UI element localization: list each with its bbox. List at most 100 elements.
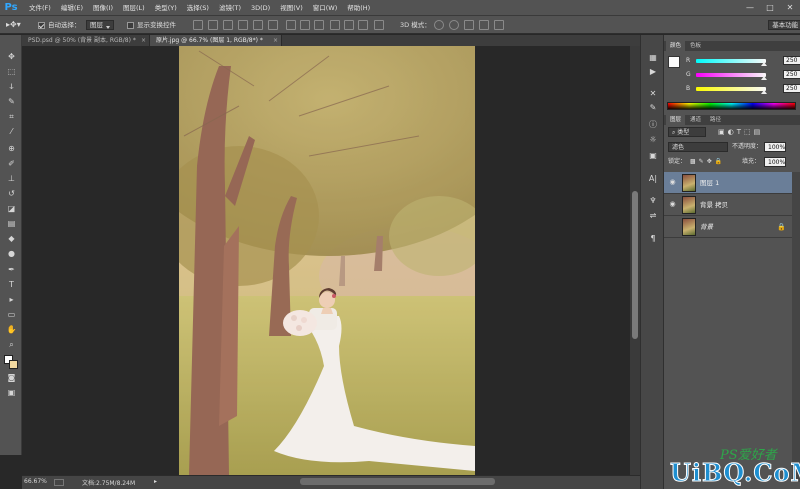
styles-panel-icon[interactable]: ▣ bbox=[647, 150, 659, 161]
color-spectrum-ramp[interactable] bbox=[667, 102, 796, 110]
distribute-vcenter-icon[interactable] bbox=[300, 20, 310, 30]
tab-close-icon[interactable]: × bbox=[273, 35, 278, 46]
menu-layer[interactable]: 图层(L) bbox=[118, 0, 150, 16]
menu-file[interactable]: 文件(F) bbox=[24, 0, 56, 16]
menu-image[interactable]: 图像(I) bbox=[88, 0, 118, 16]
tab-color[interactable]: 颜色 bbox=[666, 41, 686, 51]
tab-channels[interactable]: 通道 bbox=[686, 115, 705, 125]
move-tool-icon[interactable]: ✥ bbox=[5, 51, 18, 63]
lasso-tool-icon[interactable]: ↆ bbox=[5, 81, 18, 93]
pen-tool-icon[interactable]: ✒ bbox=[5, 264, 18, 276]
photo-canvas[interactable] bbox=[179, 46, 475, 475]
roll-3d-icon[interactable] bbox=[449, 20, 459, 30]
character-panel-icon[interactable]: A| bbox=[647, 173, 659, 184]
screen-mode-icon[interactable]: ▣ bbox=[5, 387, 18, 399]
rotate-3d-icon[interactable] bbox=[434, 20, 444, 30]
eye-icon[interactable]: ◉ bbox=[668, 179, 677, 186]
tab-psd[interactable]: PSD.psd @ 50% (背景 副本, RGB/8) * × bbox=[22, 35, 150, 46]
slider-g[interactable]: G 250 bbox=[686, 70, 800, 80]
slider-g-track[interactable] bbox=[696, 73, 766, 77]
hand-tool-icon[interactable]: ✋ bbox=[5, 324, 18, 336]
distribute-hcenter-icon[interactable] bbox=[344, 20, 354, 30]
crop-tool-icon[interactable]: ⌗ bbox=[5, 111, 18, 123]
adjustments-panel-icon[interactable]: ☼ bbox=[647, 134, 659, 145]
distribute-top-icon[interactable] bbox=[286, 20, 296, 30]
type-tool-icon[interactable]: T bbox=[5, 279, 18, 291]
layer-row-background-copy[interactable]: ◉ 背景 拷贝 bbox=[664, 194, 792, 216]
auto-align-icon[interactable] bbox=[374, 20, 384, 30]
slider-g-value[interactable]: 250 bbox=[783, 70, 800, 79]
blur-tool-icon[interactable]: ◆ bbox=[5, 233, 18, 245]
tab-close-icon[interactable]: × bbox=[141, 35, 146, 46]
slider-b-value[interactable]: 250 bbox=[783, 84, 800, 93]
align-left-icon[interactable] bbox=[238, 20, 248, 30]
slider-b-knob[interactable] bbox=[761, 90, 767, 94]
align-bottom-icon[interactable] bbox=[223, 20, 233, 30]
slide-3d-icon[interactable] bbox=[479, 20, 489, 30]
layer-filter-icons[interactable]: ▣◐T⬚▤ bbox=[718, 127, 763, 137]
properties-panel-icon[interactable]: ⇌ bbox=[647, 210, 659, 221]
tab-paths[interactable]: 路径 bbox=[706, 115, 725, 125]
align-vcenter-icon[interactable] bbox=[208, 20, 218, 30]
layer-name[interactable]: 图层 1 bbox=[700, 172, 719, 194]
color-panel-foreground-swatch[interactable] bbox=[668, 56, 680, 68]
tab-original-jpg[interactable]: 原片.jpg @ 66.7% (图层 1, RGB/8*) * × bbox=[150, 35, 282, 46]
slider-r-track[interactable] bbox=[696, 59, 766, 63]
brush-tool-icon[interactable]: ✐ bbox=[5, 158, 18, 170]
menu-view[interactable]: 视图(V) bbox=[275, 0, 308, 16]
menu-window[interactable]: 窗口(W) bbox=[308, 0, 343, 16]
marquee-tool-icon[interactable]: ⬚ bbox=[5, 66, 18, 78]
layer-row-background[interactable]: ◉ 背景 🔒 bbox=[664, 216, 792, 238]
healing-brush-tool-icon[interactable]: ⊕ bbox=[5, 143, 18, 155]
distribute-bottom-icon[interactable] bbox=[314, 20, 324, 30]
quick-mask-icon[interactable]: ◙ bbox=[5, 372, 18, 384]
slider-r-value[interactable]: 250 bbox=[783, 56, 800, 65]
opacity-field[interactable]: 100% bbox=[764, 142, 786, 152]
auto-select-option[interactable]: 自动选择： bbox=[38, 19, 81, 31]
zoom-tool-icon[interactable]: ⌕ bbox=[5, 339, 18, 351]
menu-help[interactable]: 帮助(H) bbox=[342, 0, 375, 16]
menu-type[interactable]: 类型(Y) bbox=[150, 0, 182, 16]
history-brush-tool-icon[interactable]: ↺ bbox=[5, 188, 18, 200]
menu-edit[interactable]: 编辑(E) bbox=[56, 0, 88, 16]
path-select-tool-icon[interactable]: ▸ bbox=[5, 294, 18, 306]
distribute-left-icon[interactable] bbox=[330, 20, 340, 30]
eyedropper-tool-icon[interactable]: ⁄ bbox=[5, 126, 18, 138]
horizontal-scroll-thumb[interactable] bbox=[300, 478, 495, 485]
eraser-tool-icon[interactable]: ◪ bbox=[5, 203, 18, 215]
slider-g-knob[interactable] bbox=[761, 76, 767, 80]
menu-3d[interactable]: 3D(D) bbox=[246, 0, 275, 16]
align-right-icon[interactable] bbox=[268, 20, 278, 30]
status-menu-arrow-icon[interactable]: ▸ bbox=[154, 478, 157, 485]
vertical-scroll-thumb[interactable] bbox=[632, 191, 638, 339]
slider-r[interactable]: R 250 bbox=[686, 56, 800, 66]
show-transform-checkbox[interactable] bbox=[127, 21, 134, 29]
shape-tool-icon[interactable]: ▭ bbox=[5, 309, 18, 321]
minimize-button[interactable]: — bbox=[744, 2, 756, 13]
layer-name[interactable]: 背景 bbox=[700, 216, 713, 238]
tab-layers[interactable]: 图层 bbox=[666, 115, 686, 125]
auto-select-checkbox[interactable] bbox=[38, 21, 45, 29]
paragraph-panel-icon[interactable]: ¶ bbox=[647, 233, 659, 244]
tools-preset-icon[interactable]: ✕ bbox=[647, 88, 659, 99]
show-transform-option[interactable]: 显示变换控件 bbox=[127, 19, 176, 31]
quick-select-tool-icon[interactable]: ✎ bbox=[5, 96, 18, 108]
layer-name[interactable]: 背景 拷贝 bbox=[700, 194, 728, 216]
align-hcenter-icon[interactable] bbox=[253, 20, 263, 30]
dodge-tool-icon[interactable]: ● bbox=[5, 248, 18, 260]
menu-select[interactable]: 选择(S) bbox=[182, 0, 214, 16]
slider-r-knob[interactable] bbox=[761, 62, 767, 66]
blend-mode-dropdown[interactable]: 滤色 bbox=[668, 142, 728, 152]
layer-row-layer1[interactable]: ◉ 图层 1 bbox=[664, 172, 792, 194]
slider-b-track[interactable] bbox=[696, 87, 766, 91]
align-top-icon[interactable] bbox=[193, 20, 203, 30]
distribute-right-icon[interactable] bbox=[358, 20, 368, 30]
move-tool-preset-icon[interactable]: ▸✥▾ bbox=[6, 19, 21, 31]
lock-icons[interactable]: ▩✎✥🔒 bbox=[690, 157, 725, 167]
eye-hidden-icon[interactable]: ◉ bbox=[668, 223, 677, 230]
clone-stamp-tool-icon[interactable]: ⊥ bbox=[5, 173, 18, 185]
fill-field[interactable]: 100% bbox=[764, 157, 786, 167]
close-button[interactable]: ✕ bbox=[784, 2, 796, 13]
scale-3d-icon[interactable] bbox=[494, 20, 504, 30]
paths-panel-icon[interactable]: ♆ bbox=[647, 195, 659, 206]
